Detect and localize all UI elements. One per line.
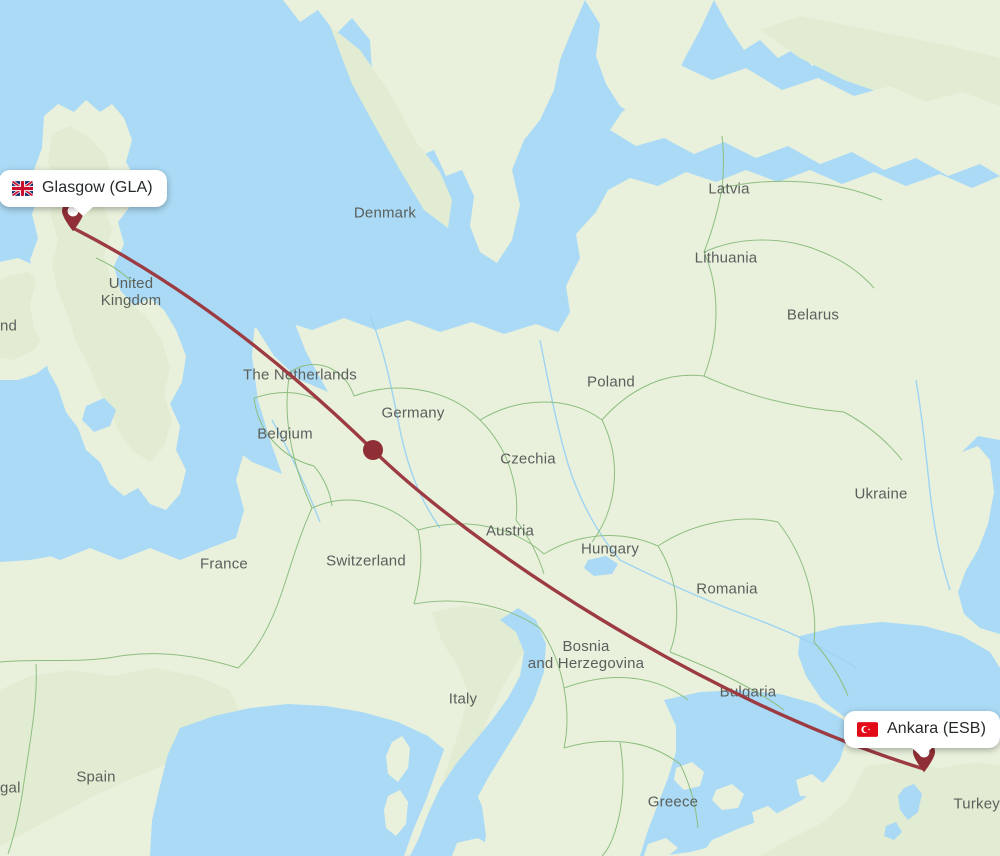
flight-route-map[interactable]: .ld{fill:#e9f1dd;} .sh{fill:#e2ecd2;} .w…: [0, 0, 1000, 856]
origin-tooltip[interactable]: Glasgow (GLA): [0, 170, 167, 216]
flight-route-path: [71, 226, 926, 771]
gb-flag-icon: [12, 180, 33, 196]
origin-tooltip-label: Glasgow (GLA): [42, 179, 153, 196]
route-waypoint-dot[interactable]: [363, 440, 383, 460]
tr-flag-icon: [857, 721, 878, 737]
destination-tooltip-label: Ankara (ESB): [887, 720, 987, 737]
destination-tooltip[interactable]: Ankara (ESB): [844, 711, 1000, 757]
